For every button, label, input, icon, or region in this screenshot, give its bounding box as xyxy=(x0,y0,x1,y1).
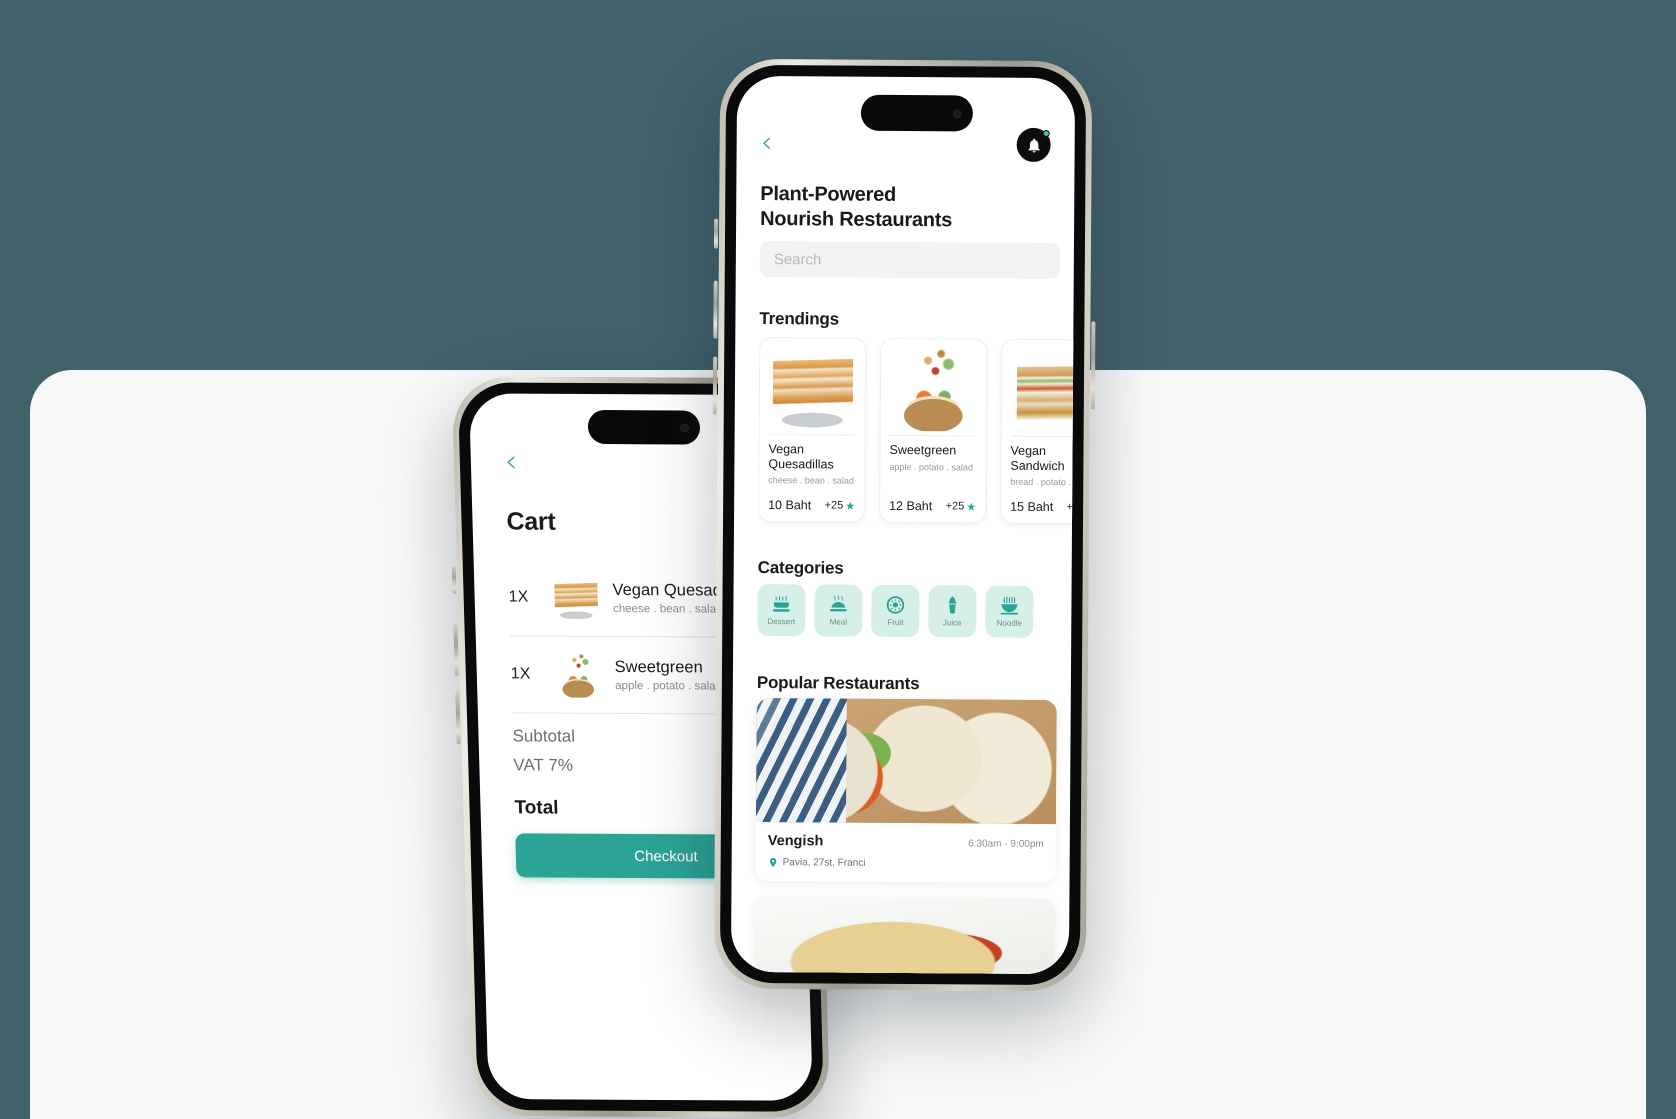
phone-right-bezel: ‹ Plant-Powered Nourish Restaurants Sear… xyxy=(719,64,1087,986)
cart-page-title: Cart xyxy=(506,507,556,536)
popular-restaurants-title: Popular Restaurants xyxy=(756,672,920,694)
trending-card-name: Sweetgreen xyxy=(889,442,957,458)
trending-card-image xyxy=(765,344,860,431)
trending-card[interactable]: Vegan Sandwich bread . potato . s 15 Bah… xyxy=(1000,338,1076,525)
category-tile-fruit[interactable]: Fruit xyxy=(871,584,920,638)
restaurant-location-row: Pavia, 27st, Franci xyxy=(768,857,1044,870)
trending-card-price: 15 Baht xyxy=(1010,499,1054,515)
kiwi-slice-icon xyxy=(886,596,905,614)
restaurant-card-header: Vengish 6:30am - 9:00pm xyxy=(768,833,1044,851)
volume-up-button[interactable] xyxy=(453,624,459,677)
rating-value: +25 xyxy=(1066,501,1076,514)
trending-card-body: Vegan Sandwich bread . potato . s xyxy=(1001,437,1075,497)
trendings-carousel[interactable]: Vegan Quesadillas cheese . bean . salad … xyxy=(758,336,1076,529)
trending-card-name: Vegan Quesadillas xyxy=(768,442,834,472)
cart-item-qty: 1X xyxy=(510,665,531,683)
trending-card-image xyxy=(1007,345,1076,433)
category-tile-juice[interactable]: Juice xyxy=(928,585,977,638)
trending-card-footer: 12 Baht +25 ★ xyxy=(880,499,985,523)
notification-badge xyxy=(1042,129,1050,138)
cake-icon xyxy=(773,595,790,612)
restaurant-card[interactable] xyxy=(754,896,1056,975)
category-label: Dessert xyxy=(767,617,796,627)
cart-back-button[interactable]: ‹ xyxy=(504,444,528,480)
notification-button[interactable] xyxy=(1016,127,1051,163)
restaurant-card-body: Vengish 6:30am - 9:00pm Pavia, 27st, Fra… xyxy=(756,822,1056,883)
trending-card-price: 10 Baht xyxy=(768,498,812,513)
restaurant-name: Vengish xyxy=(767,833,824,850)
trending-card-footer: 15 Baht +25 ★ xyxy=(1001,500,1075,524)
front-camera-icon xyxy=(679,422,690,432)
search-field[interactable]: Search xyxy=(759,240,1060,280)
volume-down-button[interactable] xyxy=(455,692,461,745)
trending-card-image xyxy=(886,344,981,432)
map-pin-icon xyxy=(769,857,777,868)
volume-down-button[interactable] xyxy=(712,356,718,415)
bell-icon xyxy=(1027,138,1040,152)
page-title-line1: Plant-Powered xyxy=(760,182,897,206)
steaming-dish-icon xyxy=(830,595,847,612)
noodle-bowl-icon xyxy=(1000,596,1019,615)
category-tile-noodle[interactable]: Noodle xyxy=(985,585,1034,638)
page-title: Plant-Powered Nourish Restaurants xyxy=(760,182,952,233)
rating-value: +25 xyxy=(824,499,844,512)
home-top-bar: ‹ xyxy=(737,122,1075,166)
phone-right-home: ‹ Plant-Powered Nourish Restaurants Sear… xyxy=(712,58,1096,992)
trending-card-price: 12 Baht xyxy=(889,498,933,514)
volume-up-button[interactable] xyxy=(713,280,718,339)
trending-card-rating: +25 ★ xyxy=(946,500,977,513)
cart-item-thumbnail xyxy=(550,574,602,621)
category-tile-meal[interactable]: Meal xyxy=(814,584,863,637)
mute-switch[interactable] xyxy=(451,566,457,595)
trending-card-body: Sweetgreen apple . potato . salad xyxy=(880,436,985,496)
rating-value: +25 xyxy=(945,500,965,513)
search-placeholder: Search xyxy=(773,250,822,268)
popular-restaurants-list: Vengish 6:30am - 9:00pm Pavia, 27st, Fra… xyxy=(754,697,1057,975)
star-icon: ★ xyxy=(845,500,856,513)
home-screen: ‹ Plant-Powered Nourish Restaurants Sear… xyxy=(730,75,1076,975)
categories-section-title: Categories xyxy=(757,557,844,578)
category-label: Meal xyxy=(829,617,848,627)
restaurant-card-image xyxy=(755,697,1057,825)
power-button[interactable] xyxy=(1090,321,1096,410)
home-back-button[interactable]: ‹ xyxy=(761,125,773,160)
trending-card[interactable]: Sweetgreen apple . potato . salad 12 Bah… xyxy=(879,337,988,524)
category-label: Juice xyxy=(942,618,962,628)
restaurant-hours: 6:30am - 9:00pm xyxy=(968,838,1044,850)
category-label: Noodle xyxy=(996,618,1023,628)
page-title-line2: Nourish Restaurants xyxy=(760,207,953,232)
front-camera-icon xyxy=(952,108,962,118)
trending-card-rating: +25 ★ xyxy=(1067,501,1076,514)
restaurant-card-image xyxy=(754,896,1056,975)
category-tile-dessert[interactable]: Dessert xyxy=(757,583,806,637)
mute-switch[interactable] xyxy=(713,218,719,249)
restaurant-address: Pavia, 27st, Franci xyxy=(782,857,866,869)
category-label: Fruit xyxy=(887,617,904,628)
trending-card-body: Vegan Quesadillas cheese . bean . salad xyxy=(759,435,864,495)
trending-card-name: Vegan Sandwich xyxy=(1010,443,1065,473)
dynamic-island xyxy=(587,409,701,445)
juice-cup-icon xyxy=(948,596,957,614)
cart-item-thumbnail xyxy=(552,651,604,698)
trending-card-ingredients: apple . potato . salad xyxy=(889,461,974,472)
categories-carousel[interactable]: Dessert Meal Fruit Juice Noodle xyxy=(757,583,1075,638)
trending-card-ingredients: cheese . bean . salad xyxy=(768,475,854,486)
restaurant-card[interactable]: Vengish 6:30am - 9:00pm Pavia, 27st, Fra… xyxy=(755,697,1057,884)
trending-card-footer: 10 Baht +25 ★ xyxy=(759,498,864,522)
trending-card-rating: +25 ★ xyxy=(825,499,856,512)
trending-card-ingredients: bread . potato . s xyxy=(1010,476,1076,488)
trendings-section-title: Trendings xyxy=(759,308,839,329)
cart-item-qty: 1X xyxy=(508,588,529,606)
trending-card[interactable]: Vegan Quesadillas cheese . bean . salad … xyxy=(758,336,867,523)
star-icon: ★ xyxy=(966,500,977,514)
